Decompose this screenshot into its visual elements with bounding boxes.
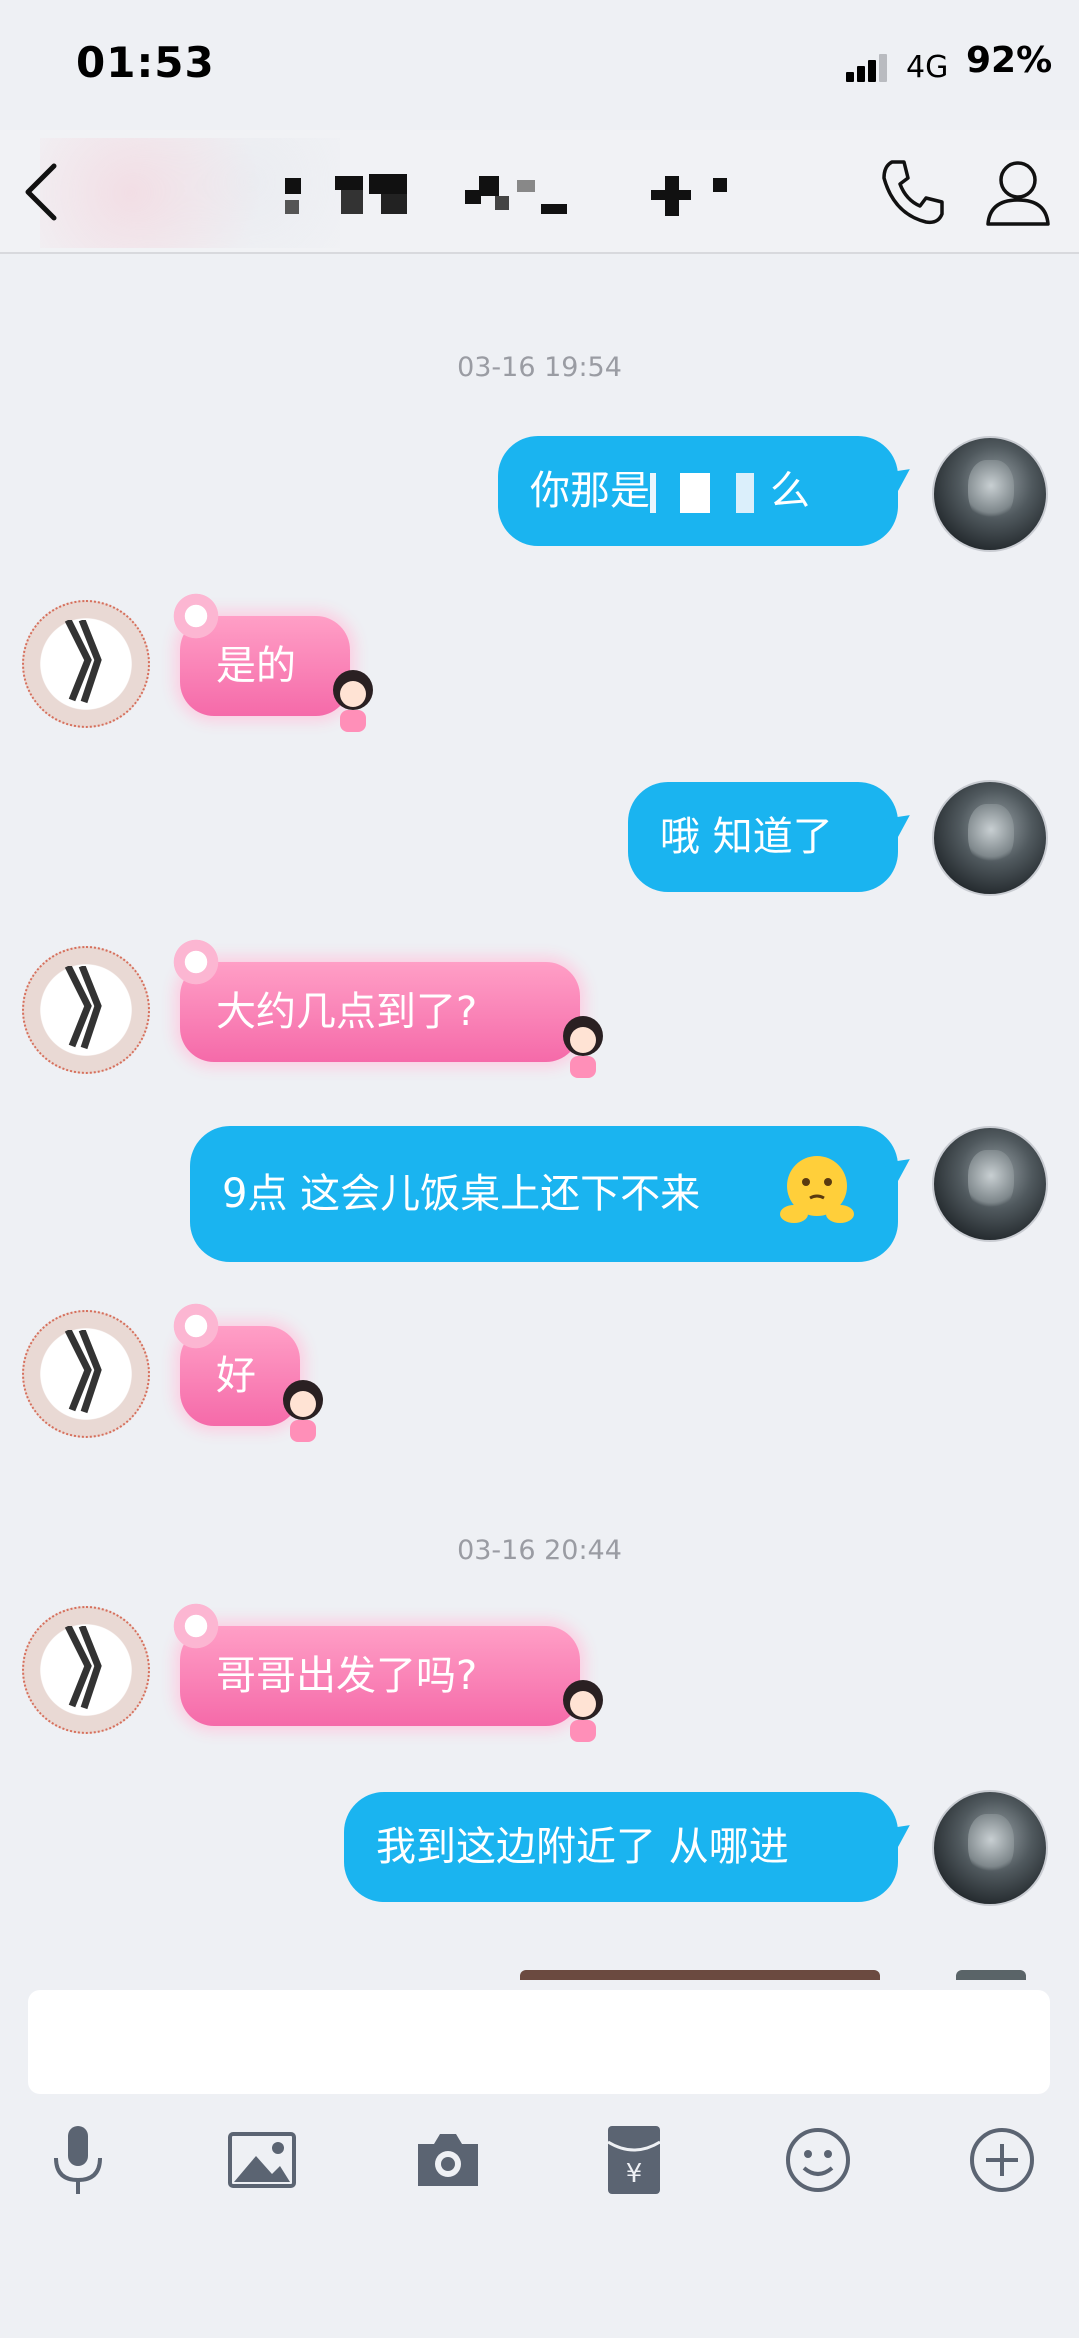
girl-sticker-icon	[333, 670, 373, 732]
outgoing-message[interactable]: 9点 这会儿饭桌上还下不来	[190, 1126, 917, 1262]
message-text: 你那是	[530, 468, 650, 514]
avatar[interactable]	[932, 1790, 1048, 1906]
incoming-message[interactable]: 好	[170, 1300, 323, 1442]
girl-sticker-icon	[563, 1016, 603, 1078]
message-text: 我到这边附近了 从哪进	[376, 1824, 789, 1870]
message-text: 好	[216, 1353, 256, 1399]
avatar[interactable]	[932, 780, 1048, 896]
avatar[interactable]	[22, 946, 150, 1074]
incoming-message[interactable]: 哥哥出发了吗?	[170, 1600, 603, 1742]
smiley-icon[interactable]	[778, 2120, 858, 2200]
bubble-tail	[883, 805, 917, 839]
status-time: 01:53	[76, 38, 215, 87]
chevron-left-icon[interactable]	[18, 160, 68, 224]
message-text: 哥哥出发了吗?	[216, 1653, 478, 1699]
message-text: 是的	[216, 643, 296, 689]
phone-icon[interactable]	[872, 152, 952, 232]
heart-sticker-icon	[170, 1300, 222, 1352]
message-text: 9点 这会儿饭桌上还下不来	[222, 1171, 701, 1217]
signal-icon	[846, 52, 896, 82]
heart-sticker-icon	[170, 936, 222, 988]
image-icon[interactable]	[222, 2120, 302, 2200]
shy-emoji-icon	[780, 1156, 854, 1223]
bubble-tail	[883, 1149, 917, 1183]
network-type: 4G	[906, 50, 949, 85]
microphone-icon[interactable]	[38, 2120, 118, 2200]
avatar-image	[64, 620, 102, 704]
outgoing-message[interactable]: 哦 知道了	[628, 782, 917, 892]
plus-circle-icon[interactable]	[962, 2120, 1042, 2200]
redacted-text	[650, 473, 770, 513]
battery-level: 92%	[966, 40, 1053, 81]
message-timestamp: 03-16 19:54	[457, 352, 622, 383]
status-bar: 01:53 4G 92%	[0, 0, 1079, 130]
person-icon[interactable]	[978, 152, 1058, 232]
heart-sticker-icon	[170, 1600, 222, 1652]
message-text-end: 么	[770, 468, 810, 514]
incoming-message[interactable]: 是的	[170, 590, 373, 732]
outgoing-message[interactable]: 你那是 么	[498, 436, 917, 546]
avatar-image	[64, 966, 102, 1050]
incoming-message[interactable]: 大约几点到了?	[170, 936, 603, 1078]
bubble-tail	[883, 459, 917, 493]
avatar[interactable]	[22, 1310, 150, 1438]
girl-sticker-icon	[563, 1680, 603, 1742]
red-packet-icon[interactable]: ¥	[594, 2120, 674, 2200]
girl-sticker-icon	[283, 1380, 323, 1442]
message-text: 哦 知道了	[660, 814, 833, 860]
avatar-image	[64, 1330, 102, 1414]
chat-toolbar: ¥	[0, 2120, 1079, 2220]
next-message-peek	[520, 1970, 880, 1980]
avatar-image	[64, 1626, 102, 1710]
outgoing-message[interactable]: 我到这边附近了 从哪进	[344, 1792, 917, 1902]
svg-text:¥: ¥	[626, 2159, 643, 2189]
avatar[interactable]	[932, 1126, 1048, 1242]
heart-sticker-icon	[170, 590, 222, 642]
avatar[interactable]	[932, 436, 1048, 552]
message-text: 大约几点到了?	[216, 989, 478, 1035]
bubble-tail	[883, 1815, 917, 1849]
message-input[interactable]	[28, 1990, 1050, 2094]
chat-title-redacted	[285, 170, 825, 220]
avatar[interactable]	[22, 1606, 150, 1734]
camera-icon[interactable]	[408, 2120, 488, 2200]
next-avatar-peek	[956, 1970, 1026, 1980]
message-timestamp: 03-16 20:44	[457, 1535, 622, 1566]
avatar[interactable]	[22, 600, 150, 728]
chat-header	[0, 130, 1079, 254]
